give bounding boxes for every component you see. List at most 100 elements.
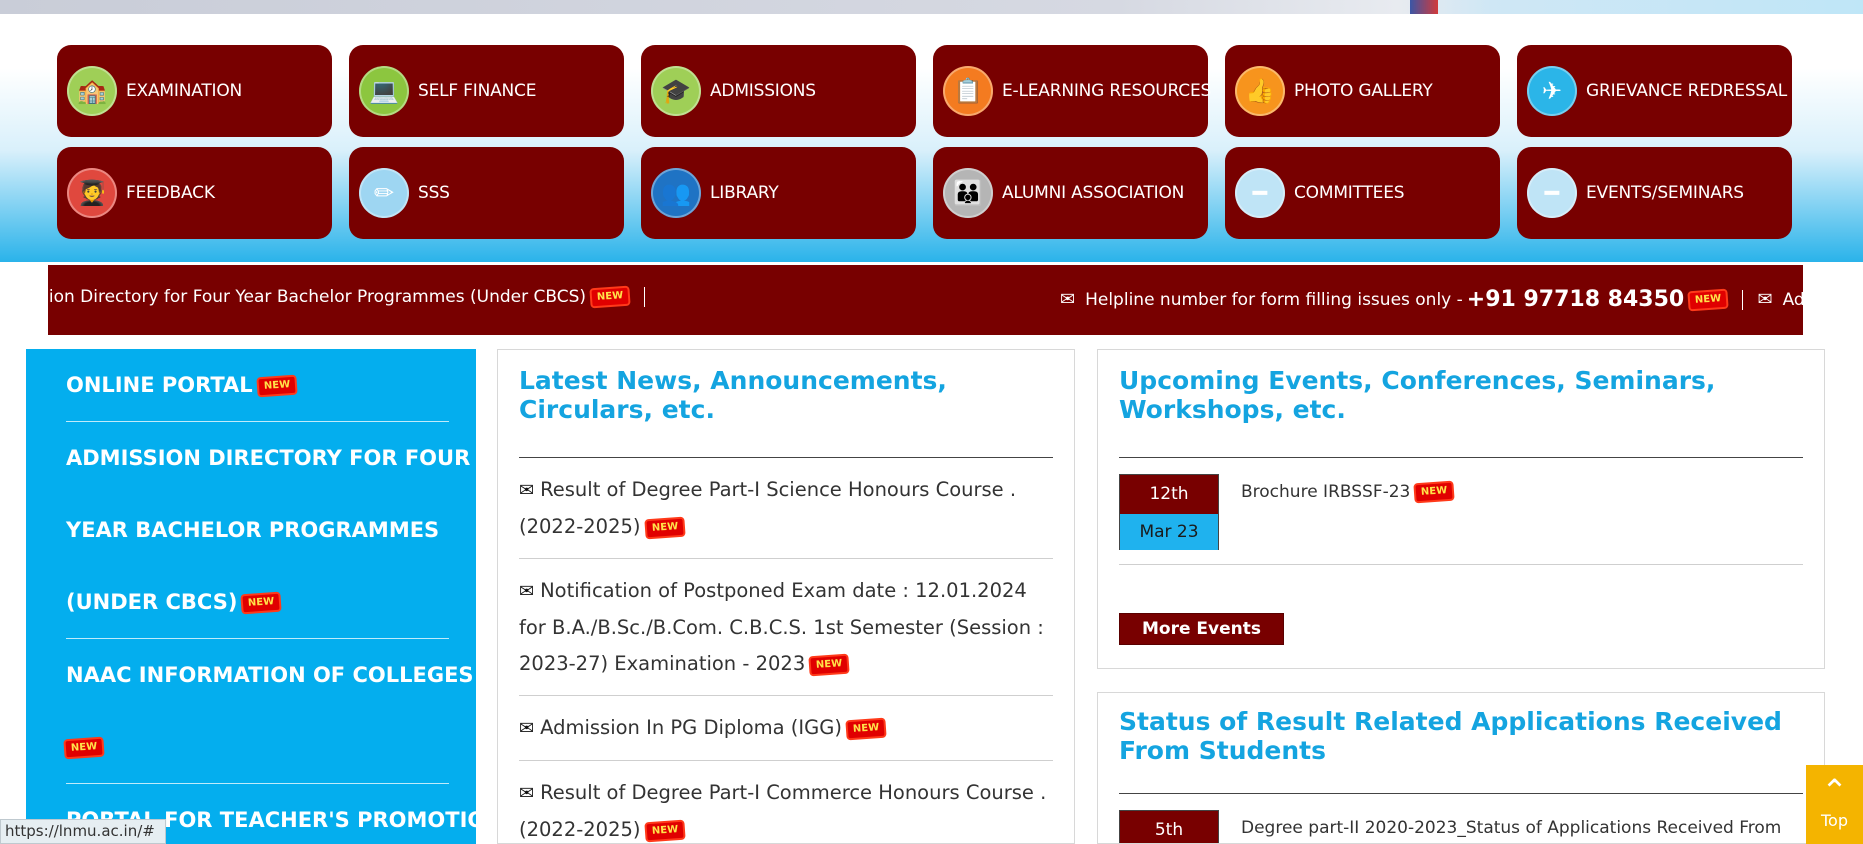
sidebar-item-label: NAAC INFORMATION OF COLLEGES	[66, 663, 474, 687]
news-item[interactable]: ✉ Admission In PG Diploma (IGG) NEW	[519, 696, 1053, 761]
ticker-text: Ad	[1782, 289, 1803, 310]
ticker-item-helpline[interactable]: ✉ Helpline number for form filling issue…	[1060, 287, 1803, 312]
quick-links-grid: 🏫 EXAMINATION 💻 SELF FINANCE 🎓 ADMISSIONS 📋 E-L…	[57, 45, 1792, 239]
quick-link-sss[interactable]: ✏ SSS	[349, 147, 624, 239]
envelope-icon: ✉	[519, 718, 535, 739]
ticker-text: sion Directory for Four Year Bachelor Pr…	[48, 287, 587, 307]
people-group-icon: 👥	[651, 168, 701, 218]
quick-link-label: SELF FINANCE	[418, 81, 537, 101]
news-item[interactable]: ✉ Result of Degree Part-I Commerce Honour…	[519, 761, 1053, 843]
quick-link-label: ALUMNI ASSOCIATION	[1002, 183, 1185, 203]
event-title: Brochure IRBSSF-23	[1241, 482, 1411, 502]
quick-link-alumni-association[interactable]: 👪 ALUMNI ASSOCIATION	[933, 147, 1208, 239]
ticker-divider	[644, 287, 646, 307]
quick-link-label: E-LEARNING RESOURCES	[1002, 81, 1212, 101]
news-item[interactable]: ✉ Result of Degree Part-I Science Honours…	[519, 458, 1053, 559]
school-building-icon: 🏫	[67, 66, 117, 116]
latest-news-panel: Latest News, Announcements, Circulars, e…	[497, 349, 1075, 844]
quick-link-label: FEEDBACK	[126, 183, 215, 203]
new-badge-icon: NEW	[242, 593, 281, 613]
sidebar-item-admission-directory[interactable]: ADMISSION DIRECTORY FOR FOUR YEAR BACHEL…	[66, 422, 471, 639]
quick-link-label: EXAMINATION	[126, 81, 243, 101]
thumbs-up-icon: 👍	[1235, 66, 1285, 116]
event-item[interactable]: 12th Mar 23 Brochure IRBSSF-23 NEW	[1119, 458, 1803, 565]
back-to-top-button[interactable]: ⌃ Top	[1806, 765, 1863, 844]
news-panel-title: Latest News, Announcements, Circulars, e…	[519, 366, 947, 424]
events-panel-title: Upcoming Events, Conferences, Seminars, …	[1119, 366, 1716, 424]
quick-link-events-seminars[interactable]: ━ EVENTS/SEMINARS	[1517, 147, 1792, 239]
envelope-icon: ✉	[519, 581, 535, 602]
status-date-box: 5th	[1119, 810, 1219, 843]
ticker-item[interactable]: sion Directory for Four Year Bachelor Pr…	[48, 287, 646, 307]
news-item-text: Notification of Postponed Exam date : 12…	[519, 579, 1044, 675]
sidebar-item-label-line: YEAR BACHELOR PROGRAMMES	[66, 518, 440, 542]
quick-link-admissions[interactable]: 🎓 ADMISSIONS	[641, 45, 916, 137]
upcoming-events-panel: Upcoming Events, Conferences, Seminars, …	[1097, 349, 1825, 669]
quick-link-label: GRIEVANCE REDRESSAL	[1586, 81, 1788, 101]
news-item-text: Result of Degree Part-I Science Honours …	[519, 478, 1017, 538]
ticker-divider	[1742, 289, 1744, 310]
airplane-icon: ✈	[1527, 66, 1577, 116]
event-date-box: 12th Mar 23	[1119, 474, 1219, 550]
new-badge-icon: NEW	[810, 655, 848, 674]
left-sidebar-nav: ONLINE PORTAL NEW ADMISSION DIRECTORY FOR…	[26, 349, 476, 844]
event-day: 12th	[1120, 475, 1218, 514]
new-badge-icon: NEW	[847, 719, 885, 738]
ticker-helpline-text: Helpline number for form filling issues …	[1085, 289, 1463, 310]
news-list: ✉ Result of Degree Part-I Science Honours…	[519, 458, 1053, 843]
status-item-text[interactable]: Degree part-II 2020-2023_Status of Appli…	[1241, 810, 1781, 843]
quick-link-library[interactable]: 👥 LIBRARY	[641, 147, 916, 239]
more-events-button[interactable]: More Events	[1119, 613, 1284, 645]
quick-link-feedback[interactable]: 🧑‍🎓 FEEDBACK	[57, 147, 332, 239]
quick-link-label: PHOTO GALLERY	[1294, 81, 1433, 101]
status-item[interactable]: 5th Degree part-II 2020-2023_Status of A…	[1119, 794, 1803, 843]
quick-link-label: SSS	[418, 183, 450, 203]
top-button-label: Top	[1821, 811, 1848, 830]
event-title-link[interactable]: Brochure IRBSSF-23 NEW	[1241, 474, 1454, 550]
status-panel-title: Status of Result Related Applications Re…	[1119, 707, 1782, 765]
quick-link-label: LIBRARY	[710, 183, 779, 203]
header-image-strip	[0, 0, 1863, 14]
browser-status-url: https://lnmu.ac.in/#	[0, 819, 166, 844]
quick-link-examination[interactable]: 🏫 EXAMINATION	[57, 45, 332, 137]
new-badge-icon: NEW	[1689, 290, 1727, 309]
minus-circle-icon: ━	[1527, 168, 1577, 218]
new-badge-icon: NEW	[1415, 482, 1454, 502]
new-badge-icon: NEW	[65, 738, 103, 758]
quick-link-e-learning-resources[interactable]: 📋 E-LEARNING RESOURCES	[933, 45, 1212, 137]
quick-link-label: EVENTS/SEMINARS	[1586, 183, 1744, 203]
alumni-group-icon: 👪	[943, 168, 993, 218]
new-badge-icon: NEW	[646, 518, 684, 537]
result-status-panel: Status of Result Related Applications Re…	[1097, 692, 1825, 844]
minus-circle-icon: ━	[1235, 168, 1285, 218]
graduation-cap-icon: 🎓	[651, 66, 701, 116]
event-month: Mar 23	[1120, 514, 1218, 550]
quick-link-label: ADMISSIONS	[710, 81, 816, 101]
ticker-helpline-phone: +91 97718 84350	[1466, 287, 1685, 312]
chevron-up-icon: ⌃	[1821, 772, 1848, 810]
sidebar-item-label-line: (UNDER CBCS)	[66, 590, 238, 614]
quick-link-photo-gallery[interactable]: 👍 PHOTO GALLERY	[1225, 45, 1500, 137]
envelope-icon: ✉	[519, 783, 535, 804]
quick-link-committees[interactable]: ━ COMMITTEES	[1225, 147, 1500, 239]
laptop-finance-icon: 💻	[359, 66, 409, 116]
envelope-icon: ✉	[519, 480, 535, 501]
quick-link-self-finance[interactable]: 💻 SELF FINANCE	[349, 45, 624, 137]
sidebar-item-online-portal[interactable]: ONLINE PORTAL NEW	[66, 349, 449, 422]
sidebar-item-label-line: ADMISSION DIRECTORY FOR FOUR	[66, 446, 471, 470]
quick-link-grievance-redressal[interactable]: ✈ GRIEVANCE REDRESSAL	[1517, 45, 1792, 137]
graduate-person-icon: 🧑‍🎓	[67, 168, 117, 218]
pencil-icon: ✏	[359, 168, 409, 218]
news-item[interactable]: ✉ Notification of Postponed Exam date : 1…	[519, 559, 1053, 696]
new-badge-icon: NEW	[258, 376, 296, 396]
status-day: 5th	[1120, 811, 1218, 843]
news-item-text: Result of Degree Part-I Commerce Honours…	[519, 781, 1047, 841]
quick-links-band: 🏫 EXAMINATION 💻 SELF FINANCE 🎓 ADMISSIONS 📋 E-L…	[0, 14, 1863, 262]
quick-link-label: COMMITTEES	[1294, 183, 1405, 203]
envelope-icon: ✉	[1060, 289, 1076, 310]
sidebar-item-naac[interactable]: NAAC INFORMATION OF COLLEGES NEW	[65, 639, 474, 784]
flag-image	[1410, 0, 1438, 14]
sidebar-item-label: ONLINE PORTAL	[66, 373, 253, 397]
news-item-text: Admission In PG Diploma (IGG)	[540, 716, 842, 739]
new-badge-icon: NEW	[591, 287, 629, 307]
